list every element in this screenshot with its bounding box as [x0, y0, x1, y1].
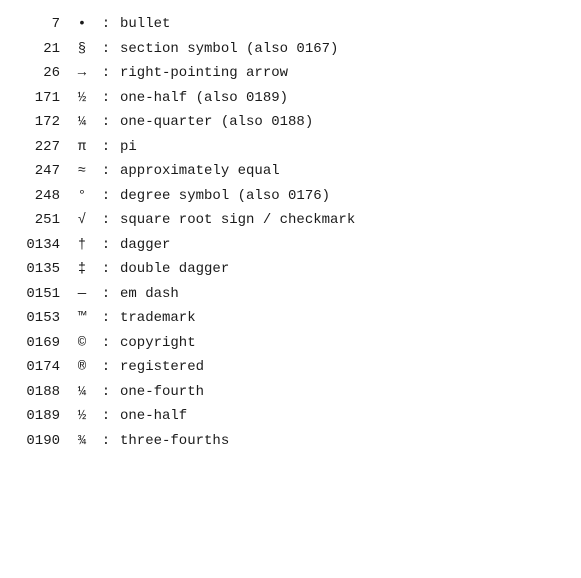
char-code: 0134 [16, 233, 68, 258]
char-symbol: † [68, 233, 96, 258]
table-row: 171½ : one-half (also 0189) [16, 86, 565, 111]
char-description: trademark [116, 306, 196, 331]
table-row: 0189½ : one-half [16, 404, 565, 429]
table-row: 7• : bullet [16, 12, 565, 37]
char-description: one-half (also 0189) [116, 86, 288, 111]
char-description: square root sign / checkmark [116, 208, 355, 233]
char-code: 227 [16, 135, 68, 160]
separator: : [96, 355, 116, 380]
table-row: 0174® : registered [16, 355, 565, 380]
char-code: 171 [16, 86, 68, 111]
char-symbol: ¾ [68, 429, 96, 454]
char-code: 0190 [16, 429, 68, 454]
char-symbol: § [68, 37, 96, 62]
char-description: one-half [116, 404, 187, 429]
char-description: copyright [116, 331, 196, 356]
table-row: 0134† : dagger [16, 233, 565, 258]
char-symbol: ½ [68, 86, 96, 111]
char-description: dagger [116, 233, 170, 258]
separator: : [96, 282, 116, 307]
table-row: 248° : degree symbol (also 0176) [16, 184, 565, 209]
table-row: 0190¾ : three-fourths [16, 429, 565, 454]
char-code: 247 [16, 159, 68, 184]
char-code: 248 [16, 184, 68, 209]
separator: : [96, 331, 116, 356]
char-code: 0151 [16, 282, 68, 307]
separator: : [96, 159, 116, 184]
separator: : [96, 380, 116, 405]
char-description: one-quarter (also 0188) [116, 110, 313, 135]
separator: : [96, 12, 116, 37]
char-symbol: ° [68, 184, 96, 209]
char-code: 172 [16, 110, 68, 135]
separator: : [96, 257, 116, 282]
char-code: 251 [16, 208, 68, 233]
char-code: 26 [16, 61, 68, 86]
separator: : [96, 306, 116, 331]
table-row: 26→ : right-pointing arrow [16, 61, 565, 86]
char-code: 7 [16, 12, 68, 37]
char-description: degree symbol (also 0176) [116, 184, 330, 209]
table-row: 0151— : em dash [16, 282, 565, 307]
special-characters-table: 7• : bullet21§ : section symbol (also 01… [16, 12, 565, 453]
table-row: 227π : pi [16, 135, 565, 160]
char-code: 0135 [16, 257, 68, 282]
separator: : [96, 429, 116, 454]
separator: : [96, 233, 116, 258]
separator: : [96, 208, 116, 233]
separator: : [96, 86, 116, 111]
char-description: double dagger [116, 257, 229, 282]
separator: : [96, 37, 116, 62]
char-symbol: ‡ [68, 257, 96, 282]
char-description: right-pointing arrow [116, 61, 288, 86]
table-row: 0153™ : trademark [16, 306, 565, 331]
table-row: 247≈ : approximately equal [16, 159, 565, 184]
separator: : [96, 404, 116, 429]
char-description: approximately equal [116, 159, 280, 184]
table-row: 0188¼ : one-fourth [16, 380, 565, 405]
char-symbol: ½ [68, 404, 96, 429]
char-description: three-fourths [116, 429, 229, 454]
char-symbol: √ [68, 208, 96, 233]
char-symbol: © [68, 331, 96, 356]
char-description: section symbol (also 0167) [116, 37, 338, 62]
char-description: em dash [116, 282, 179, 307]
table-row: 172¼ : one-quarter (also 0188) [16, 110, 565, 135]
char-description: one-fourth [116, 380, 204, 405]
char-symbol: ¼ [68, 380, 96, 405]
separator: : [96, 61, 116, 86]
separator: : [96, 135, 116, 160]
char-code: 0174 [16, 355, 68, 380]
char-symbol: — [68, 282, 96, 307]
char-code: 0169 [16, 331, 68, 356]
char-symbol: ™ [68, 306, 96, 331]
char-symbol: • [68, 12, 96, 37]
char-code: 0153 [16, 306, 68, 331]
char-description: pi [116, 135, 137, 160]
char-description: registered [116, 355, 204, 380]
char-symbol: π [68, 135, 96, 160]
char-code: 21 [16, 37, 68, 62]
char-symbol: ≈ [68, 159, 96, 184]
table-row: 0169© : copyright [16, 331, 565, 356]
separator: : [96, 110, 116, 135]
char-code: 0188 [16, 380, 68, 405]
table-row: 251√ : square root sign / checkmark [16, 208, 565, 233]
char-symbol: ® [68, 355, 96, 380]
table-row: 0135‡ : double dagger [16, 257, 565, 282]
char-symbol: ¼ [68, 110, 96, 135]
char-code: 0189 [16, 404, 68, 429]
char-description: bullet [116, 12, 170, 37]
separator: : [96, 184, 116, 209]
char-symbol: → [68, 61, 96, 86]
table-row: 21§ : section symbol (also 0167) [16, 37, 565, 62]
